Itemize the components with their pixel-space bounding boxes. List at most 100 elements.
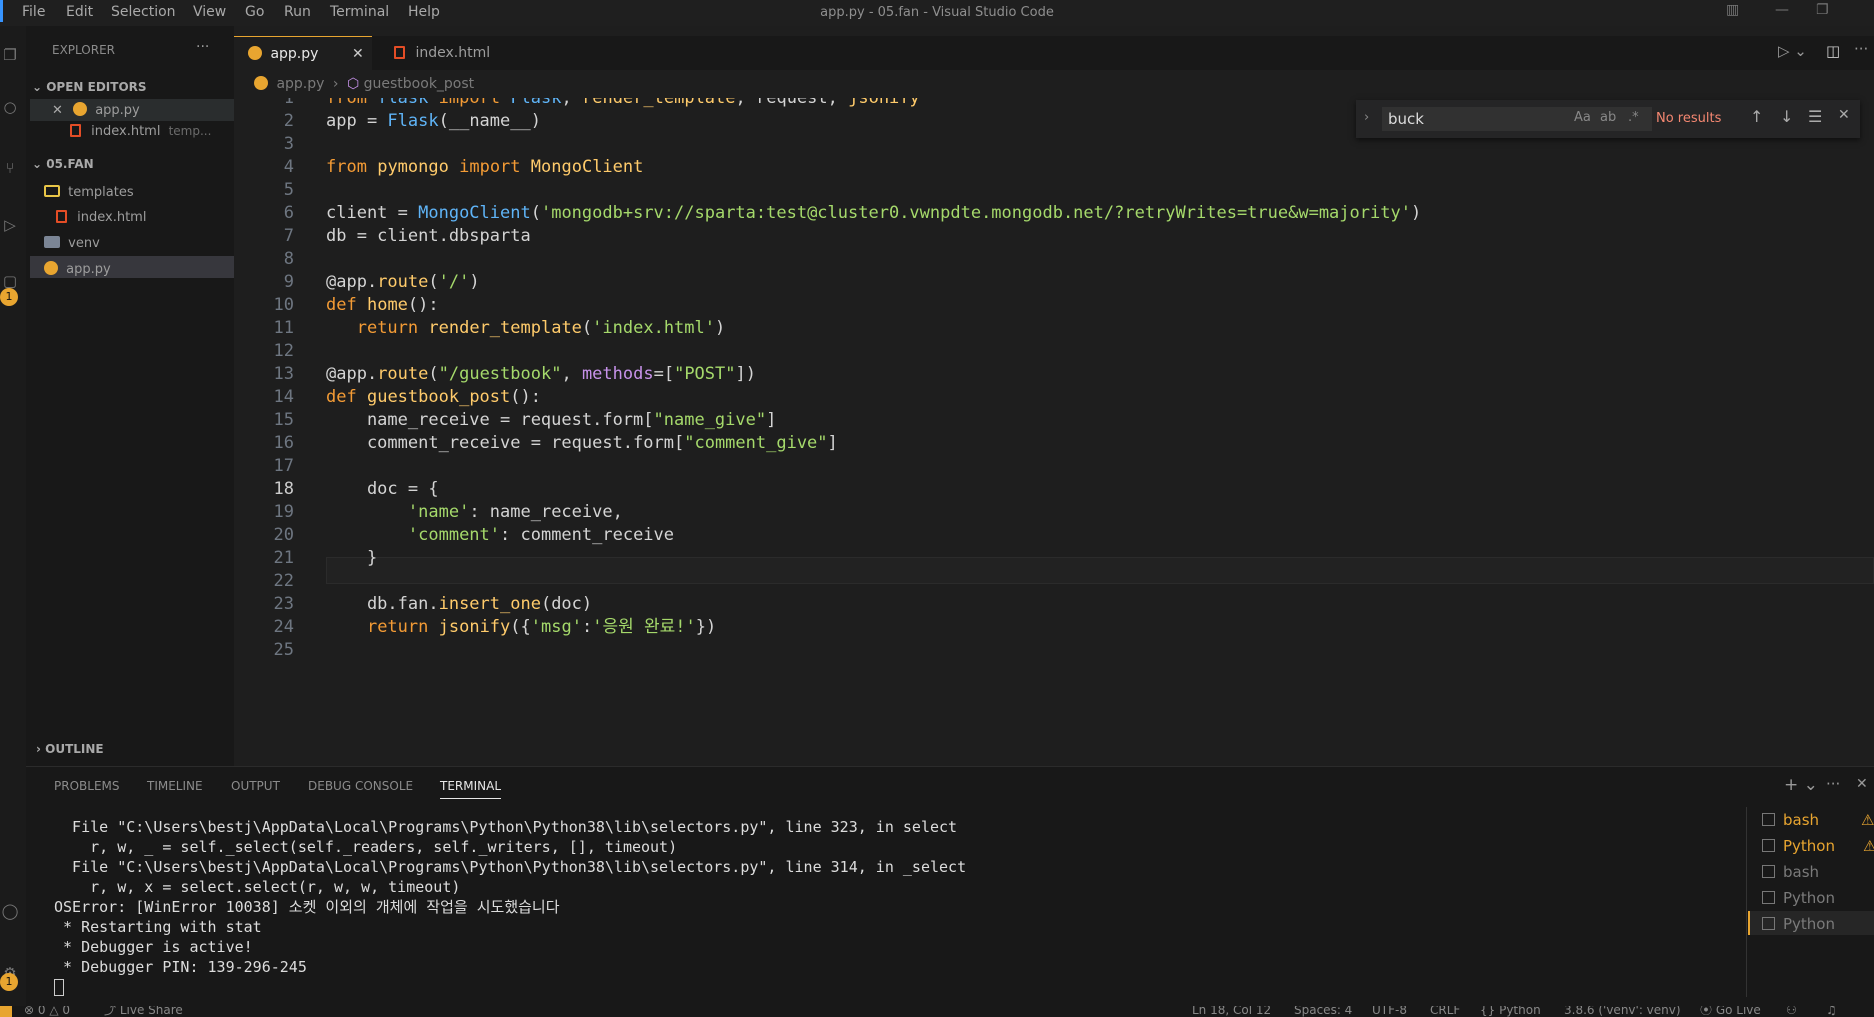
terminal-item-label: Python: [1783, 889, 1835, 907]
problems-status[interactable]: ⊗ 0 △ 0: [24, 1006, 70, 1017]
tree-item-templates[interactable]: templates: [44, 185, 134, 200]
cursor-position[interactable]: Ln 18, Col 12: [1192, 1006, 1271, 1017]
tab-debug-console[interactable]: DEBUG CONSOLE: [308, 779, 413, 793]
python-file-icon: [254, 76, 268, 90]
terminal-icon: [1762, 865, 1775, 878]
explorer-more-button[interactable]: ···: [196, 39, 209, 55]
terminal-item-bash[interactable]: bash: [1762, 863, 1819, 881]
editor-more-icon[interactable]: ···: [1854, 40, 1868, 58]
terminal-item-python[interactable]: Python: [1762, 889, 1835, 907]
line-number: 25: [273, 640, 294, 660]
close-panel-icon[interactable]: ✕: [1856, 776, 1868, 792]
html-file-icon: [70, 124, 81, 137]
notifications-icon[interactable]: ♫: [1826, 1006, 1837, 1017]
toggle-replace-icon[interactable]: ›: [1364, 110, 1369, 125]
terminal-item-label: Python: [1783, 915, 1835, 933]
tab-output[interactable]: OUTPUT: [231, 779, 280, 793]
explorer-sidebar: EXPLORER ··· ⌄ OPEN EDITORS ✕ app.py ind…: [26, 26, 234, 766]
tab-app-py[interactable]: app.py ✕: [234, 36, 372, 71]
source-control-icon[interactable]: ⑂: [0, 159, 20, 179]
eol-status[interactable]: CRLF: [1430, 1006, 1460, 1017]
python-file-icon: [73, 102, 88, 116]
indentation-status[interactable]: Spaces: 4: [1294, 1006, 1352, 1017]
close-icon[interactable]: ✕: [352, 37, 364, 71]
explorer-title: EXPLORER: [52, 43, 115, 57]
close-icon[interactable]: ✕: [52, 103, 63, 118]
split-editor-icon[interactable]: ◫: [1826, 42, 1840, 60]
breadcrumb-symbol[interactable]: guestbook_post: [364, 76, 475, 92]
explorer-icon[interactable]: ❐: [0, 46, 20, 66]
breadcrumb-file[interactable]: app.py: [276, 76, 324, 92]
terminal-item-label: bash: [1783, 811, 1820, 829]
editor-tabs: app.py ✕ index.html ▷ ⌄ ◫ ···: [234, 36, 1874, 71]
match-whole-word-button[interactable]: ab: [1600, 110, 1616, 125]
terminal-item-bash[interactable]: bash ⚠: [1762, 811, 1874, 829]
tree-item-app-py[interactable]: app.py: [44, 261, 111, 277]
next-match-icon[interactable]: ↓: [1780, 107, 1793, 126]
status-bar: ⊗ 0 △ 0 ⤴ Live Share Ln 18, Col 12 Space…: [0, 1006, 1874, 1017]
terminal-line: OSError: [WinError 10038] 소켓 이외의 개체에 작업을…: [54, 898, 560, 916]
close-find-icon[interactable]: ✕: [1838, 107, 1850, 123]
window-title: app.py - 05.fan - Visual Studio Code: [820, 5, 1054, 20]
use-regex-button[interactable]: .*: [1628, 110, 1639, 125]
terminal-item-label: Python: [1783, 837, 1835, 855]
run-debug-icon[interactable]: ▷: [0, 216, 20, 236]
breadcrumb: app.py › ⬡ guestbook_post: [234, 76, 474, 98]
tab-terminal[interactable]: TERMINAL: [440, 779, 502, 799]
folder-icon: [44, 185, 60, 197]
terminal-icon: [1762, 813, 1775, 826]
live-share-status[interactable]: ⤴ Live Share: [104, 1006, 183, 1017]
tab-index-html[interactable]: index.html: [392, 36, 542, 70]
method-icon: ⬡: [346, 76, 360, 92]
encoding-status[interactable]: UTF-8: [1372, 1006, 1407, 1017]
warning-icon: ⚠: [1863, 837, 1874, 855]
chevron-right-icon: ›: [332, 76, 339, 92]
code-editor[interactable]: 1 from flask import Flask, render_templat…: [234, 98, 1874, 766]
live-share-label: Live Share: [119, 1006, 183, 1017]
braces-icon: {}: [1480, 1006, 1500, 1017]
account-icon[interactable]: ◯: [0, 902, 20, 922]
tab-timeline[interactable]: TIMELINE: [147, 779, 203, 793]
run-icon[interactable]: ▷ ⌄: [1778, 42, 1807, 60]
terminal-line: * Restarting with stat: [54, 918, 262, 936]
open-editor-index-html[interactable]: index.html temp...: [70, 124, 211, 139]
language-status[interactable]: {} Python: [1480, 1006, 1541, 1017]
open-editor-detail: temp...: [168, 124, 212, 138]
open-editor-label: index.html: [91, 124, 161, 139]
terminal-item-label: bash: [1783, 863, 1820, 881]
notification-badge: 1: [0, 288, 18, 306]
tree-item-index-html[interactable]: index.html: [56, 210, 146, 225]
terminal-cursor: [54, 979, 64, 996]
interpreter-status[interactable]: 3.8.6 ('venv': venv): [1564, 1006, 1681, 1017]
find-in-selection-icon[interactable]: ☰: [1808, 107, 1822, 126]
minimize-icon[interactable]: —: [1775, 2, 1789, 18]
search-icon[interactable]: ○: [0, 98, 20, 118]
match-case-button[interactable]: Aa: [1574, 110, 1591, 125]
remote-indicator[interactable]: [0, 1006, 12, 1017]
layout-icon[interactable]: ▥: [1726, 2, 1739, 18]
new-terminal-icon[interactable]: + ⌄: [1784, 775, 1818, 795]
warning-icon: ⚠: [1861, 811, 1874, 829]
broadcast-icon: ⦿: [1700, 1006, 1716, 1017]
tab-problems[interactable]: PROBLEMS: [54, 779, 120, 793]
live-share-icon: ⤴: [104, 1006, 120, 1017]
terminal-item-python[interactable]: Python ⚠: [1762, 837, 1874, 855]
bottom-panel: PROBLEMS TIMELINE OUTPUT DEBUG CONSOLE T…: [26, 766, 1874, 1007]
terminal-line: r, w, _ = self._select(self._readers, se…: [54, 838, 678, 856]
previous-match-icon[interactable]: ↑: [1750, 107, 1763, 126]
outline-header[interactable]: › OUTLINE: [36, 742, 104, 756]
panel-more-icon[interactable]: ···: [1826, 775, 1840, 793]
folder-header[interactable]: ⌄ 05.FAN: [32, 157, 94, 171]
tree-item-label: venv: [68, 236, 100, 251]
tree-item-venv[interactable]: venv: [44, 236, 100, 251]
account-status-icon[interactable]: ⚇: [1786, 1006, 1797, 1017]
terminal-item-python-active[interactable]: Python: [1762, 915, 1835, 933]
restore-icon[interactable]: ❐: [1816, 2, 1829, 18]
go-live-status[interactable]: ⦿ Go Live: [1700, 1006, 1761, 1017]
open-editor-app-py[interactable]: ✕ app.py: [52, 102, 140, 118]
go-live-label: Go Live: [1715, 1006, 1761, 1017]
terminal-list-divider: [1746, 807, 1747, 997]
open-editors-header[interactable]: ⌄ OPEN EDITORS: [32, 80, 147, 94]
tab-label: index.html: [415, 45, 491, 61]
terminal-line: * Debugger PIN: 139-296-245: [54, 958, 307, 976]
